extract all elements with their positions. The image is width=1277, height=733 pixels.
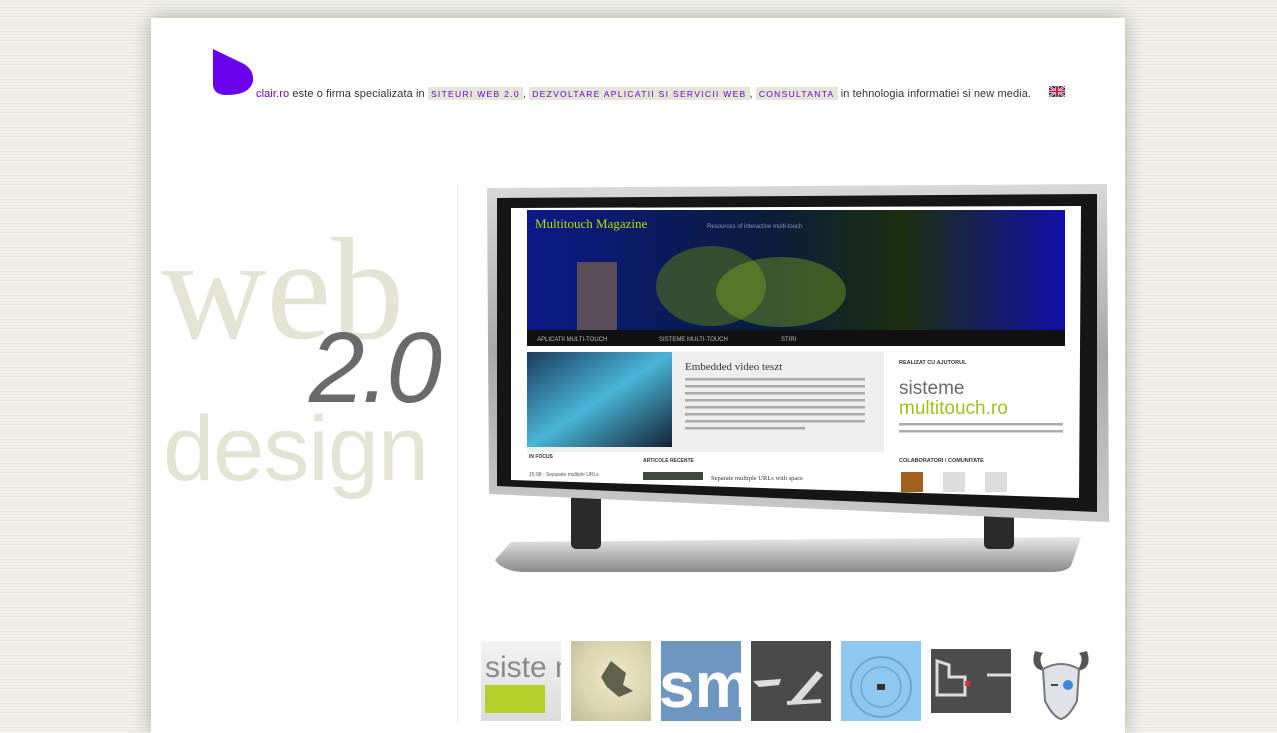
screen-nav-2: SISTEME MULTI-TOUCH (659, 337, 728, 343)
screen-site-title: Multitouch Magazine (535, 216, 648, 231)
page-container: clair.ro este o firma specializata in SI… (151, 18, 1125, 733)
screen-infocus-item: 15:08 · Separate multiple URLs (529, 472, 599, 478)
map-texture-thumb[interactable] (571, 641, 651, 721)
svg-text:siste multi: siste multi (485, 651, 561, 684)
touch-dial-thumb[interactable] (841, 641, 921, 721)
brand-link[interactable]: clair.ro (256, 88, 289, 100)
screen-sidebar-logo-2: multitouch.ro (899, 398, 1008, 419)
screen-site-tagline: Resources of interactive multi-touch (707, 224, 802, 230)
hero-version-text: 2.0 (309, 312, 442, 424)
screen-infocus-heading: IN FOCUS (529, 454, 554, 460)
showcase-monitor[interactable]: Multitouch Magazine Resources of interac… (481, 182, 1113, 578)
clair-logo-icon[interactable] (212, 48, 254, 96)
gnu-mascot-thumb[interactable] (1021, 641, 1101, 721)
screen-nav-3: STIRI (781, 337, 797, 343)
sisteme-multitouch-thumb[interactable]: siste multi (481, 641, 561, 721)
uk-flag-icon[interactable] (1049, 86, 1065, 97)
tagline-intro: este o firma specializata in (292, 88, 425, 100)
screen-sidebar-logo-1: sisteme (899, 378, 964, 399)
screen-recent-item: Separate multiple URLs with space (711, 475, 803, 482)
bra-logo-thumb[interactable] (931, 641, 1011, 721)
screen-post-title: Embedded video teszt (685, 361, 782, 373)
dark-logo-thumb[interactable] (751, 641, 831, 721)
screen-nav-1: APLICATII MULTI-TOUCH (537, 337, 607, 343)
svg-text:sm: sm (661, 649, 741, 721)
tagline-outro: in tehnologia informatiei si new media. (840, 88, 1032, 100)
screen-recent-heading: ARTICOLE RECENTE (643, 458, 695, 464)
screen-sidebar-heading-2: COLABORATORI / COMUNITATE (899, 458, 984, 464)
screen-sidebar-heading: REALIZAT CU AJUTORUL (899, 360, 967, 366)
tag-dezvoltare-aplicatii[interactable]: DEZVOLTARE APLICATII SI SERVICII WEB (529, 87, 750, 100)
sm-logo-thumb[interactable]: sm (661, 641, 741, 721)
column-divider (457, 184, 458, 722)
tag-consultanta[interactable]: CONSULTANTA (755, 87, 838, 100)
tagline: clair.ro este o firma specializata in SI… (256, 87, 1032, 100)
tag-siteuri-web[interactable]: SITEURI WEB 2.0 (427, 87, 523, 100)
